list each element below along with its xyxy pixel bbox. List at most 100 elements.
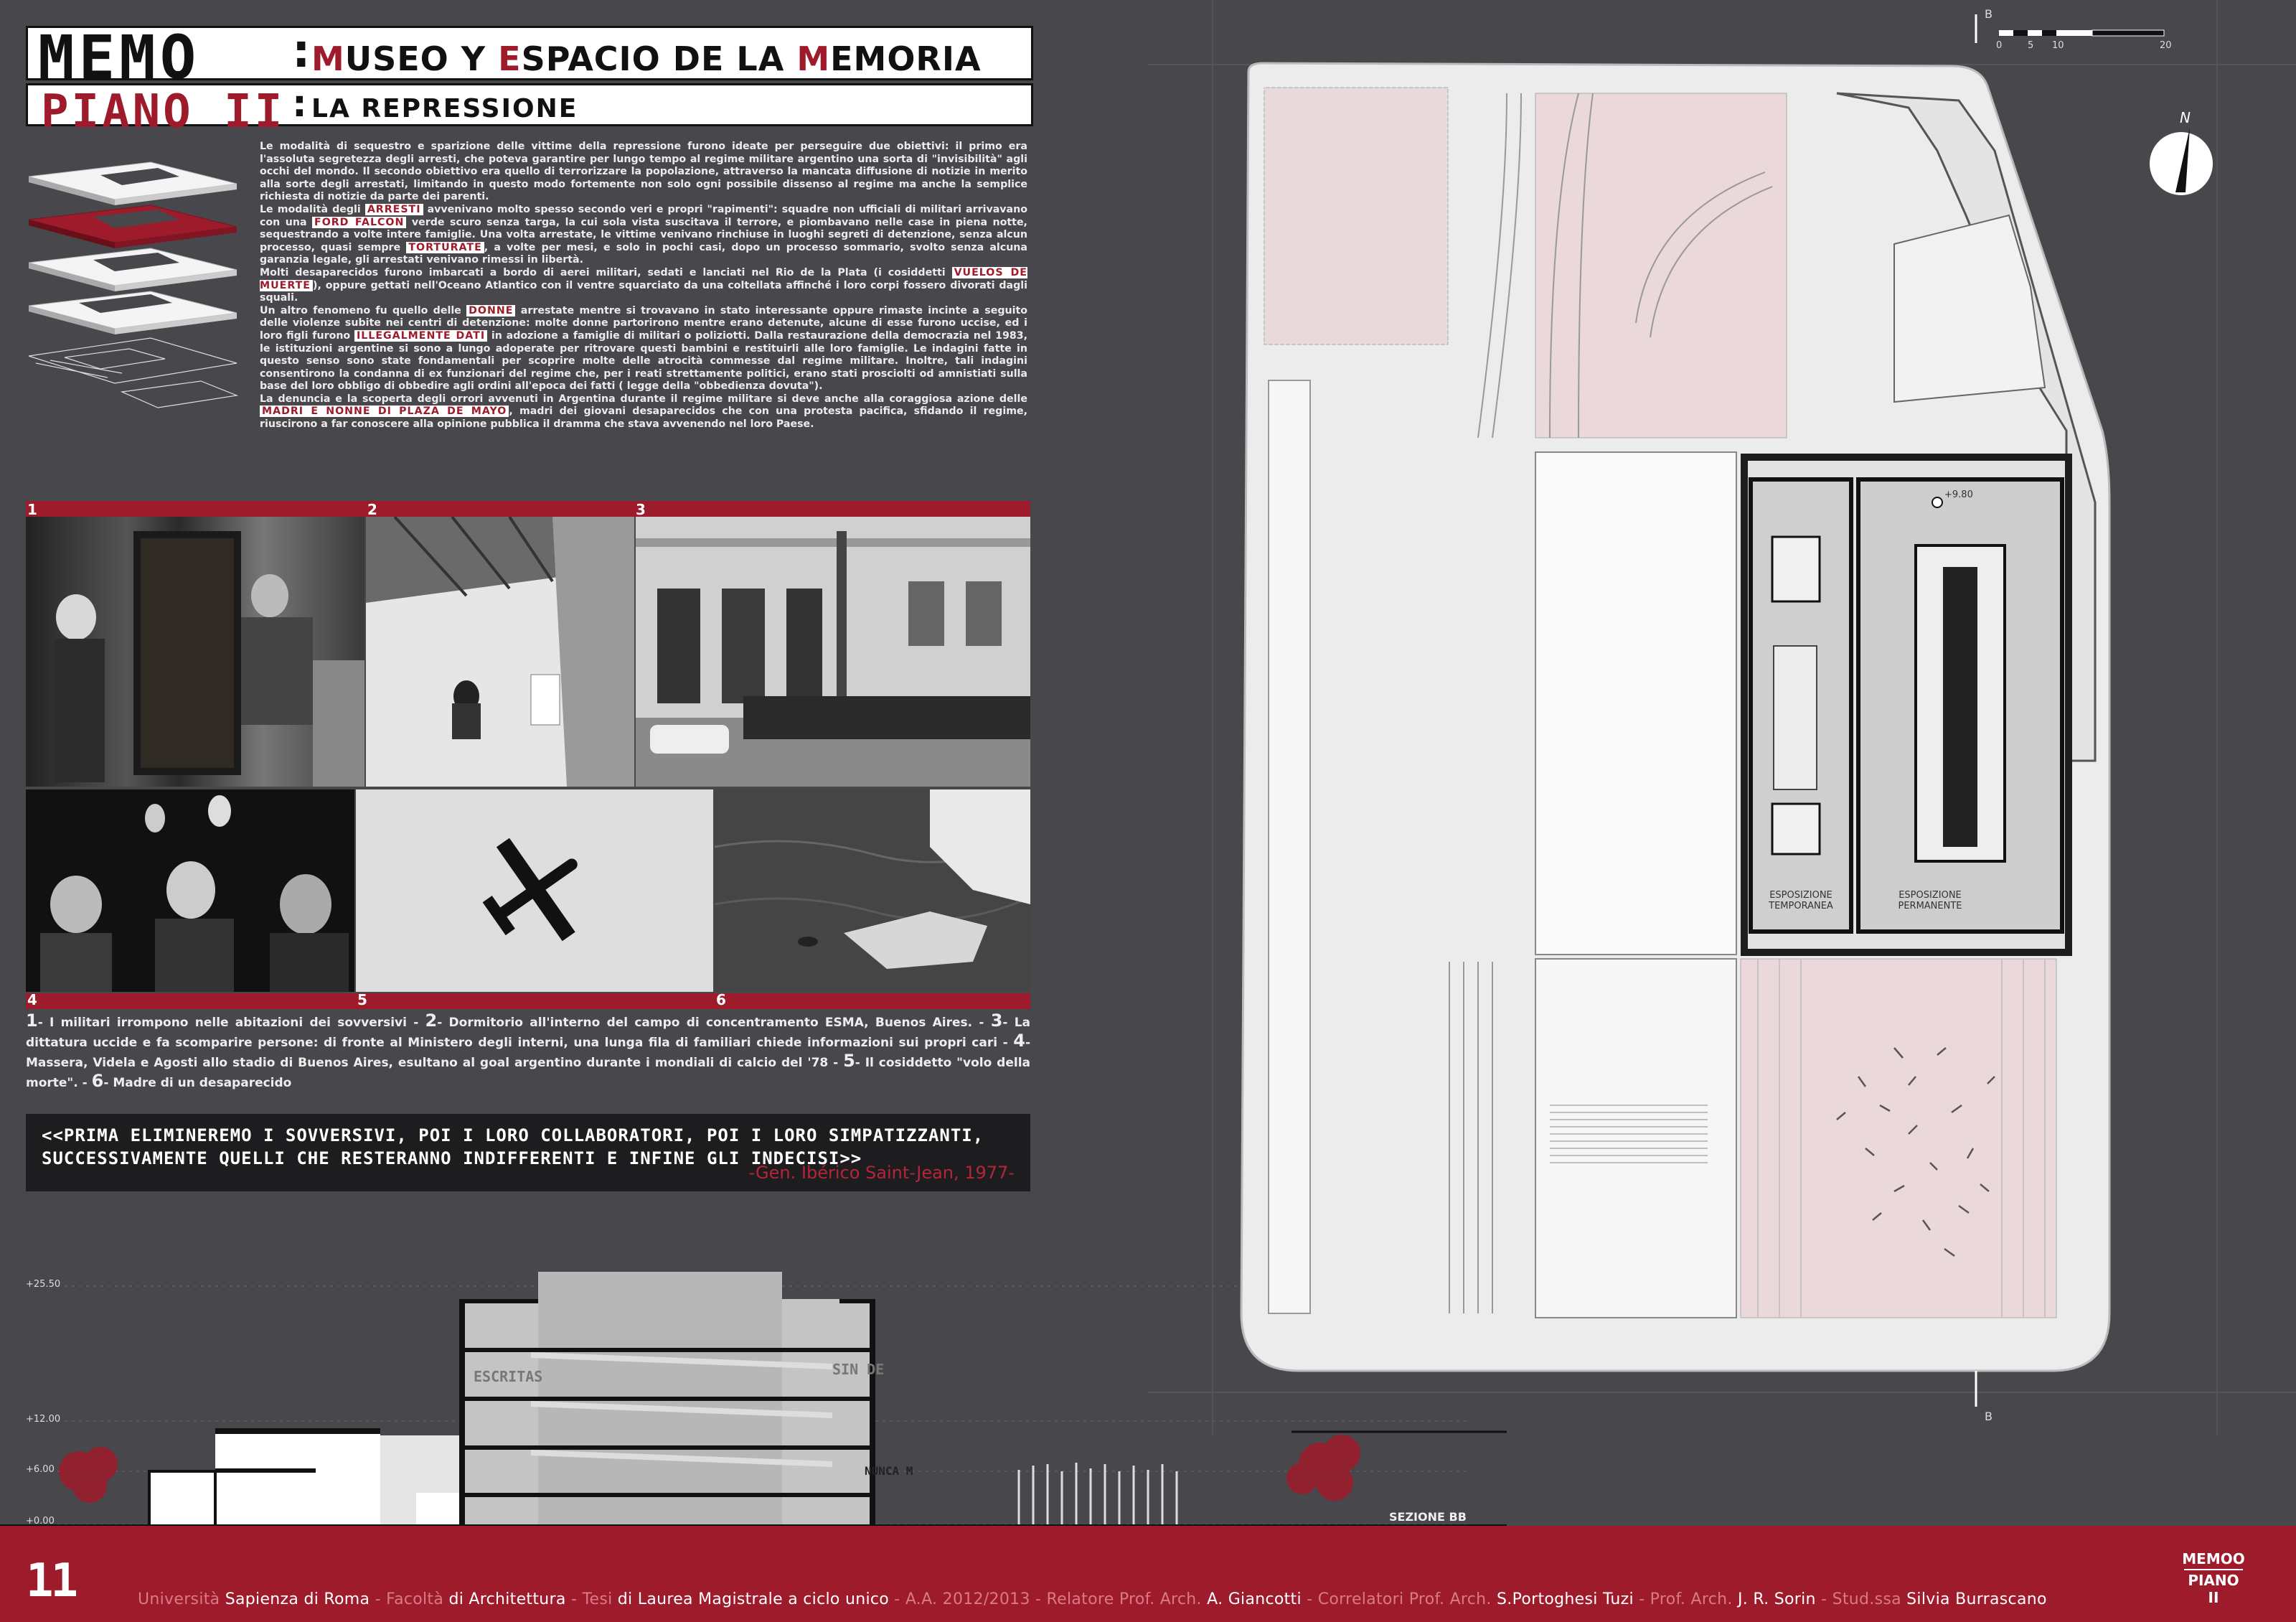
- paragraph-4: Un altro fenomeno fu quello delle DONNE …: [260, 304, 1027, 393]
- section-memorial-poles: [1017, 1463, 1178, 1526]
- highlight-madri: MADRI E NONNE DI PLAZA DE MAYO: [260, 406, 509, 418]
- title-banner: MEMO : MUSEO Y ESPACIO DE LA MEMORIA DEL…: [26, 22, 1033, 117]
- subtitle-part: M: [796, 39, 831, 78]
- floor-colon: :: [292, 83, 307, 126]
- footer-credit-part: - Prof. Arch.: [1633, 1590, 1738, 1608]
- section-main-building: [459, 1272, 875, 1529]
- photo-number-4: 4: [27, 991, 37, 1008]
- photo-4-figures: [40, 795, 349, 992]
- footer-credit-part: - Correlatori Prof. Arch.: [1301, 1590, 1497, 1608]
- photo-bar-bottom: [26, 993, 1030, 1009]
- plan-lower-court: [1535, 958, 1737, 1318]
- section-label: SEZIONE BB: [1389, 1510, 1467, 1524]
- footer-credit-part: A. Giancotti: [1207, 1590, 1302, 1608]
- floor-subtitle: LA REPRESSIONE: [311, 94, 578, 123]
- elevation-label: +9.80: [1944, 489, 1973, 500]
- north-label: N: [2180, 109, 2191, 126]
- photo-4-junta-stadium: [26, 789, 354, 992]
- section-level-6: +6.00: [26, 1464, 55, 1475]
- project-title: MEMO: [38, 22, 201, 93]
- photo-2-esma-dormitory: [366, 517, 634, 787]
- room-label-permanent: ESPOSIZIONE PERMANENTE: [1898, 890, 1962, 911]
- photo-number-6: 6: [716, 991, 726, 1008]
- photo-number-3: 3: [636, 501, 646, 518]
- floor-slab-1: [28, 161, 237, 205]
- subtitle-part: M: [311, 39, 345, 78]
- north-arrow-icon: [2150, 128, 2213, 195]
- section-wall-text-1: ESCRITAS: [474, 1368, 542, 1385]
- exploded-floors-diagram: [28, 161, 239, 408]
- footer-bar: 11 Università Sapienza di Roma - Facoltà…: [0, 1526, 2296, 1622]
- photo-5-death-flight: [356, 789, 713, 992]
- subtitle-part: SPACIO DE LA: [521, 39, 797, 78]
- footer-credit-part: Sapienza di Roma: [225, 1590, 370, 1608]
- floor-slab-3: [28, 248, 237, 291]
- highlight-torturate: TORTURATE: [406, 241, 484, 253]
- subtitle-part: USEO Y: [344, 39, 499, 78]
- footer-credit-part: - A.A. 2012/2013 - Relatore Prof. Arch.: [889, 1590, 1208, 1608]
- site-plan: [1148, 0, 2296, 1435]
- plan-garden-center: [1535, 93, 1787, 439]
- photo-number-5: 5: [357, 991, 367, 1008]
- footer-credit-part: Silvia Burrascano: [1906, 1590, 2047, 1608]
- plan-garden-topleft: [1264, 87, 1449, 345]
- footer-credit-part: J. R. Sorin: [1737, 1590, 1816, 1608]
- highlight-arresti: ARRESTI: [364, 203, 423, 215]
- page-number: 11: [26, 1555, 78, 1608]
- paragraph-2: Le modalità degli ARRESTI avvenivano mol…: [260, 203, 1027, 266]
- footer-credits: Università Sapienza di Roma - Facoltà di…: [138, 1590, 2047, 1608]
- photo-bar-top: [26, 501, 1030, 517]
- photo-number-2: 2: [367, 501, 377, 518]
- photo-2-room: [366, 517, 634, 787]
- photo-5-plane: [482, 838, 578, 942]
- footer-credit-part: - Tesi: [565, 1590, 618, 1608]
- photo-1-military-raid: [26, 517, 364, 787]
- paragraph-1: Le modalità di sequestro e sparizione de…: [260, 141, 1027, 203]
- scale-label-20: 20: [2160, 40, 2172, 51]
- floor-slab-4: [28, 291, 237, 334]
- section-level-0: +0.00: [26, 1516, 55, 1527]
- footer-credit-part: Università: [138, 1590, 225, 1608]
- footer-credit-part: - Facoltà: [370, 1590, 449, 1608]
- scale-label-10: 10: [2052, 40, 2064, 51]
- photo-6-mother-desaparecido: [715, 789, 1030, 992]
- photo-captions: 1- I militari irrompono nelle abitazioni…: [26, 1011, 1031, 1091]
- section-level-12: +12.00: [26, 1414, 61, 1425]
- subtitle-part: E: [498, 39, 522, 78]
- scale-label-5: 5: [2028, 40, 2034, 51]
- quote-author: -Gen. Ibérico Saint-Jean, 1977-: [748, 1163, 1015, 1183]
- paragraph-3: Molti desaparecidos furono imbarcati a b…: [260, 266, 1027, 304]
- highlight-illegalmente: ILLEGALMENTE DATI: [354, 329, 488, 342]
- ground-plan-outline: [28, 337, 239, 408]
- footer-credit-part: di Laurea Magistrale a ciclo unico: [617, 1590, 890, 1608]
- memo-logo: MEMOO PIANO II: [2182, 1550, 2245, 1606]
- quote-box: <<PRIMA ELIMINEREMO I SOVVERSIVI, POI I …: [26, 1114, 1030, 1191]
- photo-6-water: [715, 789, 1030, 992]
- photo-number-1: 1: [27, 501, 37, 518]
- plan-central-hall: [1535, 451, 1737, 955]
- section-wall-text-2: SIN DE: [832, 1361, 884, 1378]
- section-marker-top: B: [1985, 7, 1992, 21]
- scale-bar: [1999, 29, 2165, 37]
- footer-credit-part: di Architettura: [448, 1590, 566, 1608]
- logo-divider: [2184, 1569, 2243, 1570]
- plan-left-corridor: [1268, 380, 1311, 1314]
- photo-3-building: [636, 517, 1030, 787]
- room-label-temporary: ESPOSIZIONE TEMPORANEA: [1769, 890, 1833, 911]
- section-level-25: +25.50: [26, 1279, 61, 1290]
- section-low-buildings: [148, 1428, 459, 1529]
- section-marker-bottom: B: [1985, 1410, 1992, 1423]
- paragraph-5: La denuncia e la scoperta degli orrori a…: [260, 393, 1027, 431]
- section-wall-text-3: NUNCA M: [865, 1464, 913, 1478]
- title-colon: :: [292, 25, 311, 78]
- footer-credit-part: S.Portoghesi Tuzi: [1497, 1590, 1634, 1608]
- photo-1-figures: [55, 531, 364, 787]
- body-text: Le modalità di sequestro e sparizione de…: [260, 141, 1027, 431]
- scale-label-0: 0: [1996, 40, 2003, 51]
- photo-3-ministry-queue: [636, 517, 1030, 787]
- floor-slab-2-highlighted: [28, 205, 237, 248]
- floor-title: PIANO II: [41, 85, 286, 139]
- plan-memorial-plaza: [1740, 958, 2057, 1318]
- footer-credit-part: - Stud.ssa: [1815, 1590, 1907, 1608]
- highlight-ford-falcon: FORD FALCON: [312, 216, 407, 228]
